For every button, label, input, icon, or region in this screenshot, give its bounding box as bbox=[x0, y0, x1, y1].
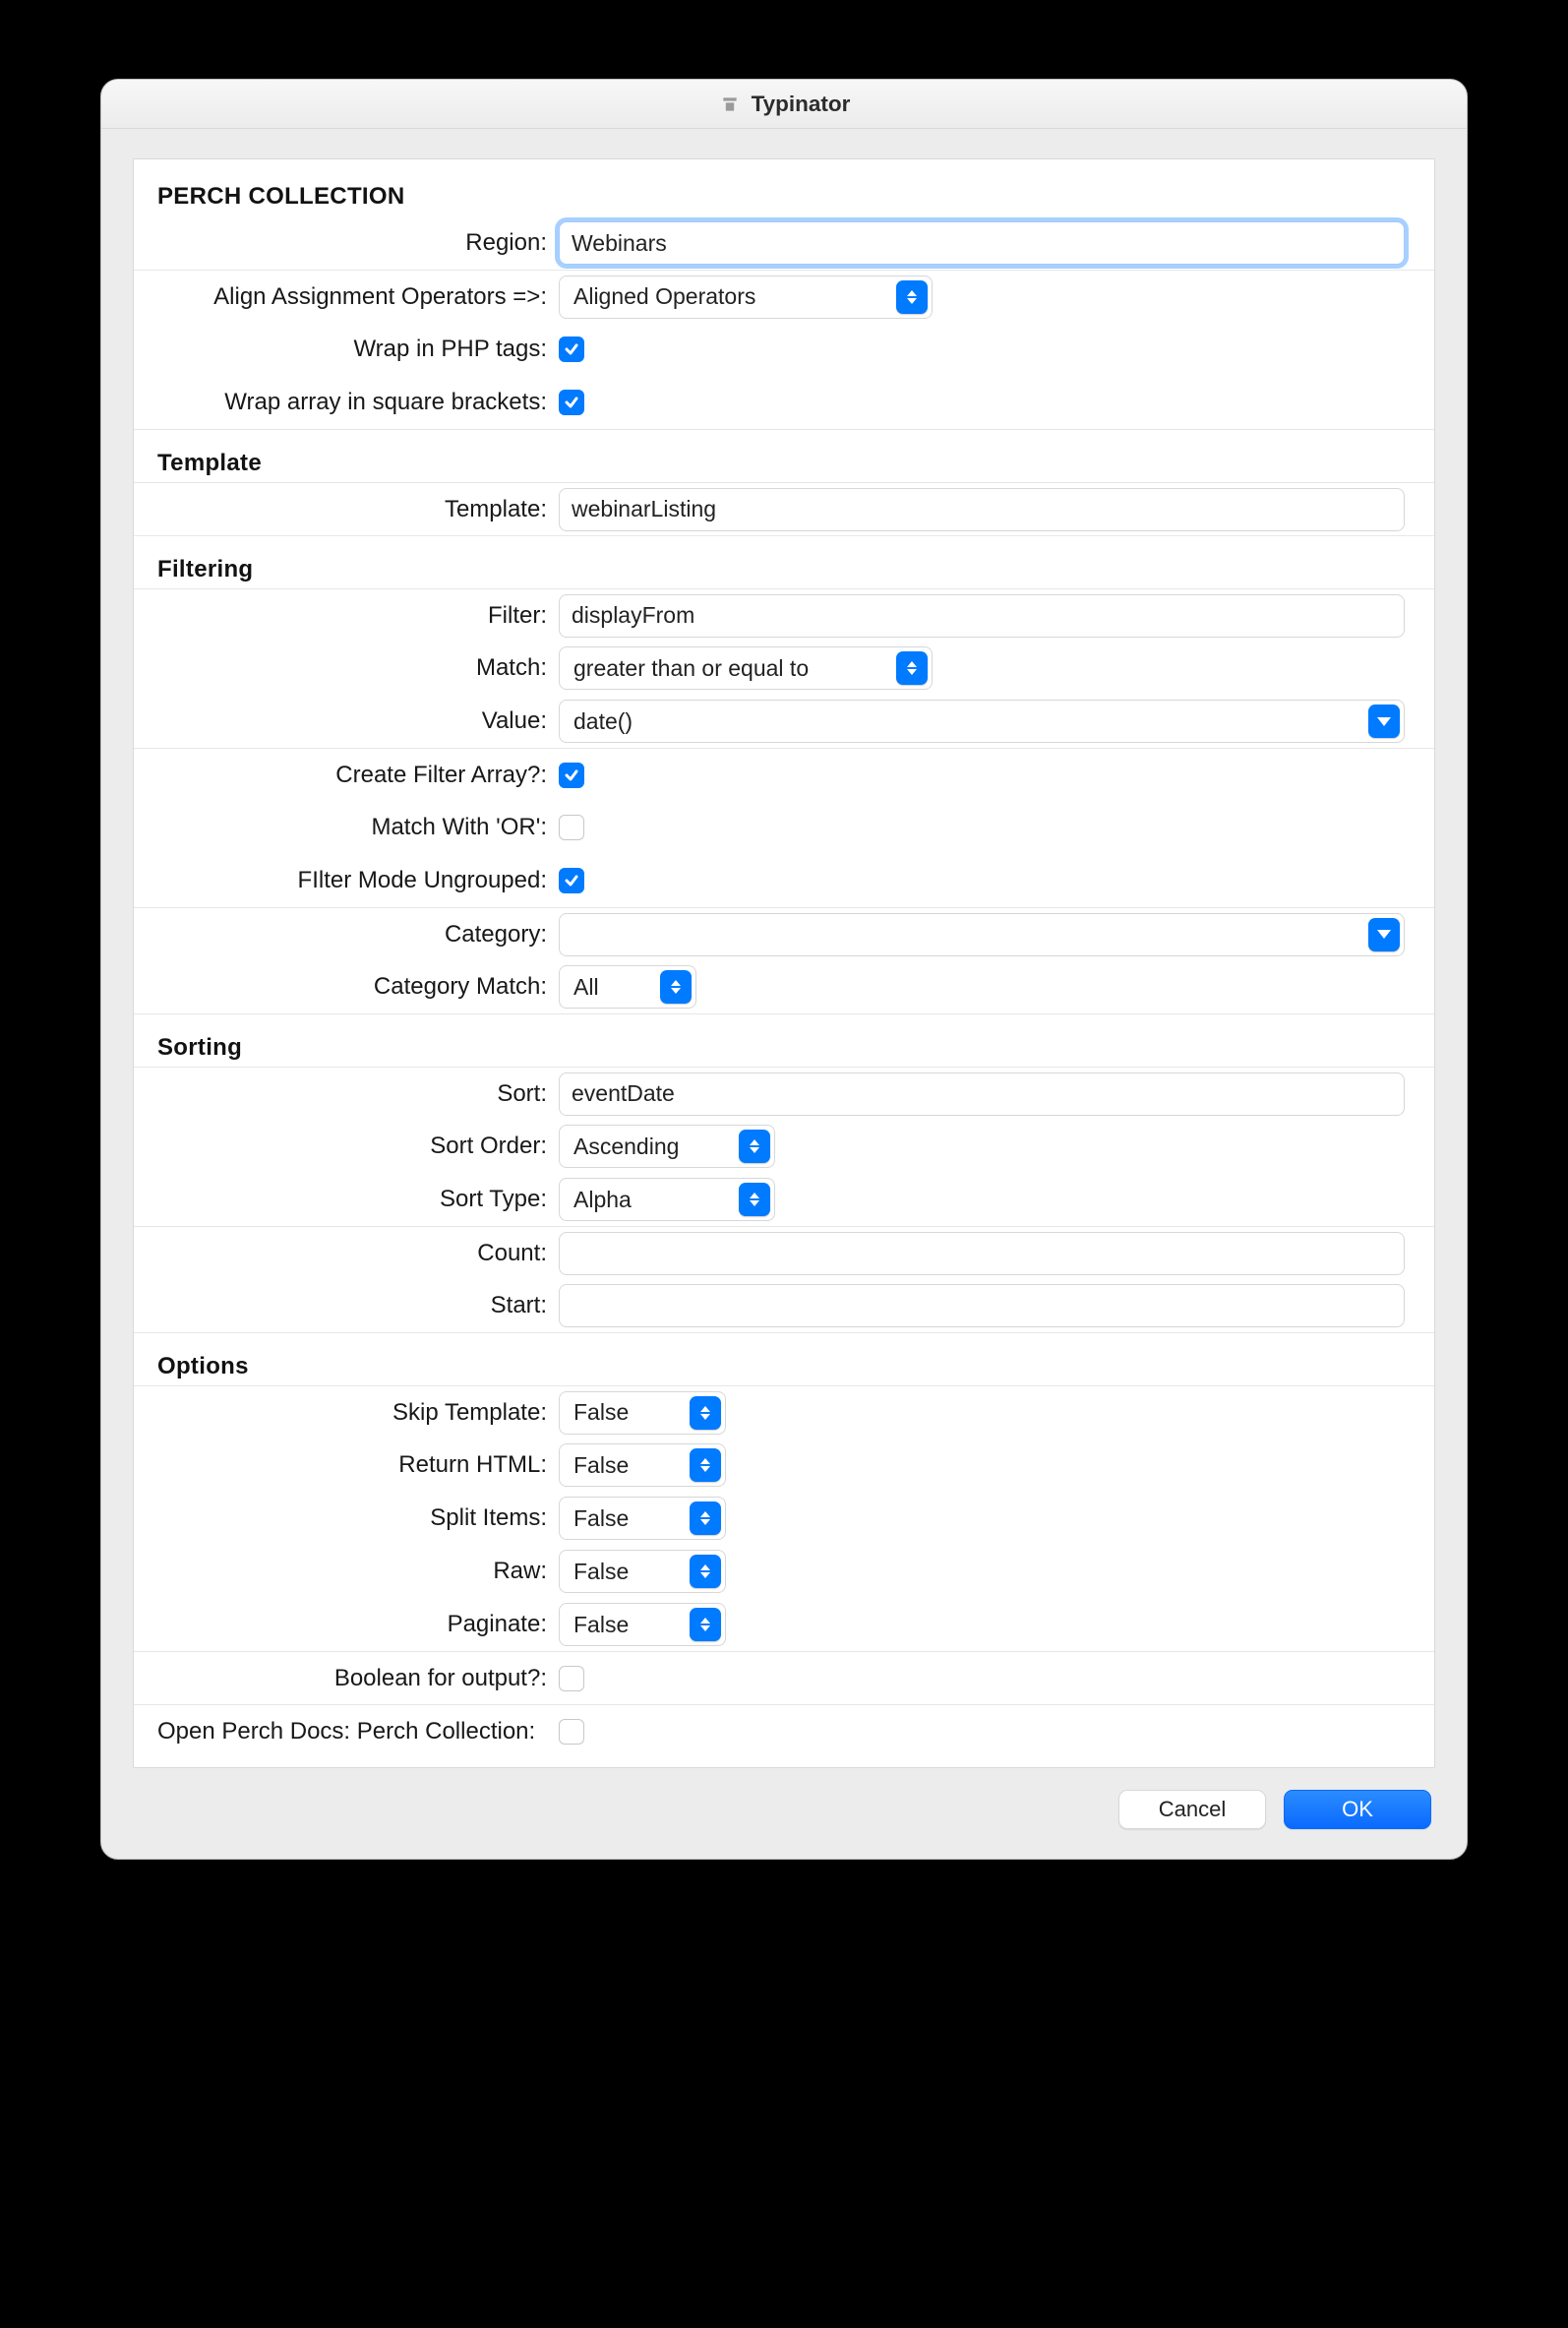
updown-icon bbox=[690, 1396, 721, 1430]
footer: Cancel OK bbox=[101, 1790, 1467, 1859]
boolean-checkbox[interactable] bbox=[559, 1666, 584, 1691]
titlebar: Typinator bbox=[101, 80, 1467, 129]
sort-order-label: Sort Order: bbox=[157, 1133, 559, 1160]
docs-label: Open Perch Docs: Perch Collection: bbox=[157, 1718, 547, 1746]
section-template: Template bbox=[157, 450, 262, 477]
ungrouped-label: FIlter Mode Ungrouped: bbox=[157, 867, 559, 894]
category-match-value: All bbox=[573, 974, 599, 1001]
chevron-down-icon bbox=[1368, 705, 1400, 738]
updown-icon bbox=[896, 651, 928, 685]
value-label: Value: bbox=[157, 707, 559, 735]
value-text: date() bbox=[573, 708, 633, 735]
category-match-label: Category Match: bbox=[157, 973, 559, 1001]
updown-icon bbox=[739, 1130, 770, 1163]
category-match-select[interactable]: All bbox=[559, 965, 696, 1009]
section-sorting: Sorting bbox=[157, 1034, 242, 1062]
value-combo[interactable]: date() bbox=[559, 700, 1405, 743]
filter-input[interactable] bbox=[559, 594, 1405, 638]
split-label: Split Items: bbox=[157, 1504, 559, 1532]
cancel-label: Cancel bbox=[1159, 1797, 1226, 1822]
return-label: Return HTML: bbox=[157, 1451, 559, 1479]
updown-icon bbox=[690, 1608, 721, 1641]
skip-value: False bbox=[573, 1399, 629, 1426]
updown-icon bbox=[896, 280, 928, 314]
count-label: Count: bbox=[157, 1240, 559, 1267]
match-select[interactable]: greater than or equal to bbox=[559, 646, 933, 690]
php-checkbox[interactable] bbox=[559, 337, 584, 362]
align-label: Align Assignment Operators =>: bbox=[157, 283, 559, 311]
template-input[interactable] bbox=[559, 488, 1405, 531]
ungrouped-checkbox[interactable] bbox=[559, 868, 584, 893]
docs-checkbox[interactable] bbox=[559, 1719, 584, 1745]
form: Perch Collection Region: Align Assignmen… bbox=[134, 159, 1434, 1767]
updown-icon bbox=[690, 1501, 721, 1535]
create-array-label: Create Filter Array?: bbox=[157, 762, 559, 789]
section-options: Options bbox=[157, 1353, 249, 1380]
window-title: Typinator bbox=[752, 92, 851, 117]
split-value: False bbox=[573, 1505, 629, 1532]
template-label: Template: bbox=[157, 496, 559, 523]
count-input[interactable] bbox=[559, 1232, 1405, 1275]
updown-icon bbox=[660, 970, 692, 1004]
split-select[interactable]: False bbox=[559, 1497, 726, 1540]
match-or-checkbox[interactable] bbox=[559, 815, 584, 840]
start-input[interactable] bbox=[559, 1284, 1405, 1327]
return-select[interactable]: False bbox=[559, 1443, 726, 1487]
chevron-down-icon bbox=[1368, 918, 1400, 951]
sort-type-select[interactable]: Alpha bbox=[559, 1178, 775, 1221]
raw-label: Raw: bbox=[157, 1558, 559, 1585]
updown-icon bbox=[690, 1448, 721, 1482]
ok-label: OK bbox=[1342, 1797, 1373, 1822]
cancel-button[interactable]: Cancel bbox=[1118, 1790, 1266, 1829]
return-value: False bbox=[573, 1452, 629, 1479]
form-panel: Perch Collection Region: Align Assignmen… bbox=[133, 158, 1435, 1768]
brackets-label: Wrap array in square brackets: bbox=[157, 389, 559, 416]
raw-select[interactable]: False bbox=[559, 1550, 726, 1593]
sort-type-label: Sort Type: bbox=[157, 1186, 559, 1213]
updown-icon bbox=[739, 1183, 770, 1216]
sort-order-select[interactable]: Ascending bbox=[559, 1125, 775, 1168]
paginate-label: Paginate: bbox=[157, 1611, 559, 1638]
dialog-window: Typinator Perch Collection Region: Align… bbox=[100, 79, 1468, 1860]
raw-value: False bbox=[573, 1559, 629, 1585]
ok-button[interactable]: OK bbox=[1284, 1790, 1431, 1829]
sort-type-value: Alpha bbox=[573, 1187, 632, 1213]
sort-label: Sort: bbox=[157, 1080, 559, 1108]
app-icon bbox=[718, 92, 742, 116]
panel-wrap: Perch Collection Region: Align Assignmen… bbox=[101, 129, 1467, 1790]
brackets-checkbox[interactable] bbox=[559, 390, 584, 415]
updown-icon bbox=[690, 1555, 721, 1588]
start-label: Start: bbox=[157, 1292, 559, 1319]
align-value: Aligned Operators bbox=[573, 283, 755, 310]
php-label: Wrap in PHP tags: bbox=[157, 336, 559, 363]
create-array-checkbox[interactable] bbox=[559, 763, 584, 788]
skip-select[interactable]: False bbox=[559, 1391, 726, 1435]
match-or-label: Match With 'OR': bbox=[157, 814, 559, 841]
align-select[interactable]: Aligned Operators bbox=[559, 276, 933, 319]
section-filtering: Filtering bbox=[157, 556, 253, 583]
region-input[interactable] bbox=[559, 221, 1405, 265]
section-collection: Perch Collection bbox=[157, 183, 1411, 211]
sort-input[interactable] bbox=[559, 1072, 1405, 1116]
region-label: Region: bbox=[157, 229, 559, 257]
match-value: greater than or equal to bbox=[573, 655, 809, 682]
category-label: Category: bbox=[157, 921, 559, 949]
sort-order-value: Ascending bbox=[573, 1133, 679, 1160]
match-label: Match: bbox=[157, 654, 559, 682]
paginate-select[interactable]: False bbox=[559, 1603, 726, 1646]
skip-label: Skip Template: bbox=[157, 1399, 559, 1427]
boolean-label: Boolean for output?: bbox=[157, 1665, 559, 1692]
filter-label: Filter: bbox=[157, 602, 559, 630]
category-combo[interactable] bbox=[559, 913, 1405, 956]
paginate-value: False bbox=[573, 1612, 629, 1638]
